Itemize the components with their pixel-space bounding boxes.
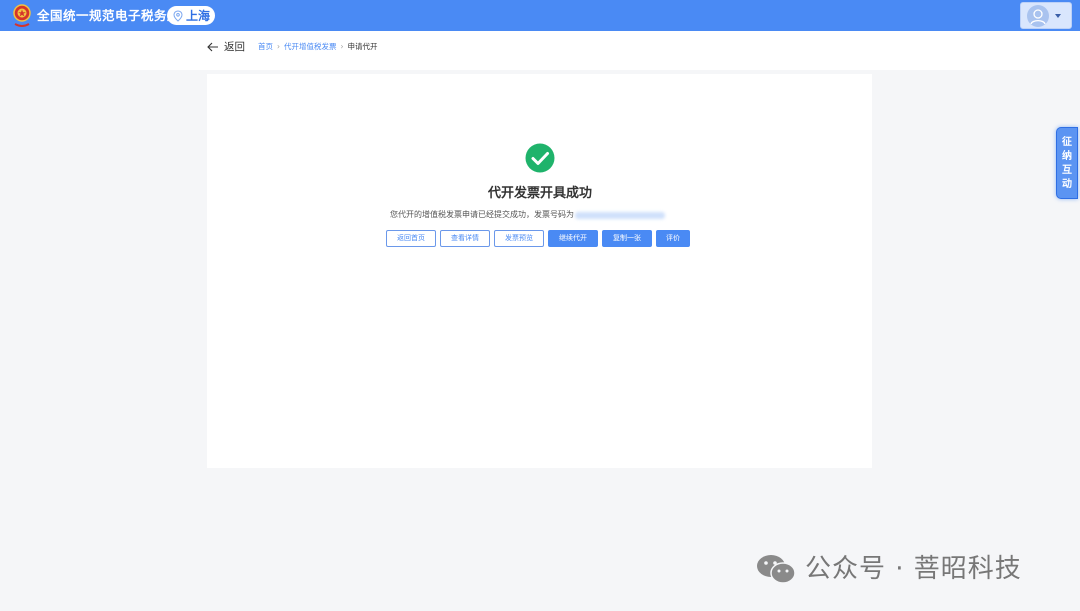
rate-button[interactable]: 评价 — [656, 230, 690, 247]
user-icon — [1030, 8, 1046, 24]
result-message: 您代开的增值税发票申请已经提交成功，发票号码为 — [390, 210, 665, 220]
breadcrumb-separator: › — [340, 42, 344, 51]
side-tab-char: 动 — [1062, 179, 1072, 190]
wechat-icon — [757, 555, 796, 584]
site-title: 全国统一规范电子税务局 — [37, 8, 181, 23]
invoice-number-redacted — [575, 211, 665, 219]
user-menu[interactable] — [1020, 2, 1072, 29]
chevron-down-icon — [1055, 13, 1061, 18]
location-selector[interactable]: 上海 — [167, 6, 215, 25]
map-pin-icon — [173, 9, 183, 22]
invoice-preview-button[interactable]: 发票预览 — [494, 230, 544, 247]
continue-issue-button[interactable]: 继续代开 — [548, 230, 598, 247]
location-label: 上海 — [186, 8, 211, 23]
result-message-text: 您代开的增值税发票申请已经提交成功，发票号码为 — [390, 210, 574, 219]
breadcrumb: 首页 › 代开增值税发票 › 申请代开 — [258, 42, 378, 52]
arrow-left-icon — [207, 42, 218, 52]
breadcrumb-home[interactable]: 首页 — [258, 42, 273, 52]
result-title: 代开发票开具成功 — [487, 186, 592, 201]
side-tab-char: 征 — [1062, 137, 1072, 148]
top-header: 全国统一规范电子税务局 上海 — [0, 0, 1080, 31]
breadcrumb-current: 申请代开 — [347, 42, 378, 51]
breadcrumb-separator: › — [277, 42, 280, 51]
side-tab-char: 纳 — [1062, 151, 1072, 162]
watermark: 公众号 · 菩昭科技 — [755, 551, 1022, 587]
breadcrumb-bar — [0, 31, 1080, 70]
avatar — [1027, 4, 1049, 27]
result-card — [207, 74, 872, 468]
national-emblem-icon — [13, 4, 31, 27]
back-label: 返回 — [224, 41, 245, 53]
copy-invoice-button[interactable]: 复制一张 — [602, 230, 652, 247]
breadcrumb-invoice[interactable]: 代开增值税发票 — [284, 42, 337, 52]
back-home-button[interactable]: 返回首页 — [386, 230, 436, 247]
success-check-icon — [525, 143, 555, 173]
side-tab-char: 互 — [1062, 165, 1072, 176]
back-button[interactable]: 返回 — [207, 40, 245, 54]
interaction-side-tab[interactable]: 征 纳 互 动 — [1056, 127, 1078, 199]
watermark-text: 公众号 · 菩昭科技 — [805, 554, 1022, 584]
view-detail-button[interactable]: 查看详情 — [440, 230, 490, 247]
